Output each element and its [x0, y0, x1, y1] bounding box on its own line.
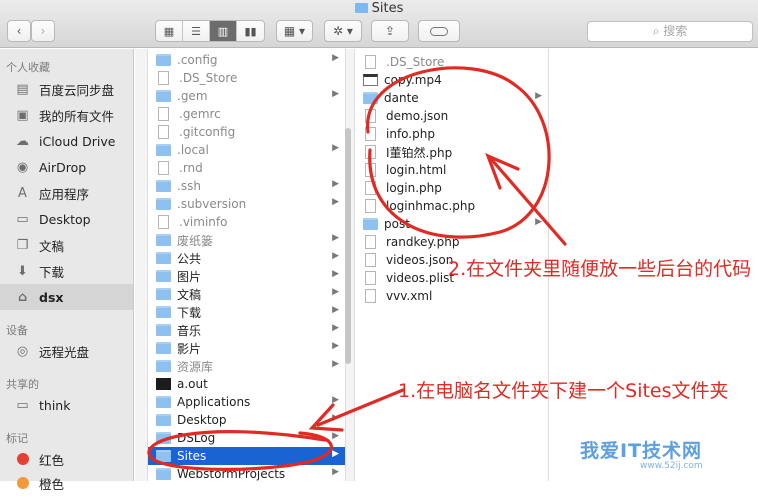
annotation-note-1: 1.在电脑名文件夹下建一个Sites文件夹: [398, 380, 729, 402]
annotation-circle-files: [366, 66, 551, 239]
annotation-overlay: [147, 66, 567, 471]
watermark-url: www.52ij.com: [640, 461, 703, 471]
annotation-note-2: 2.在文件夹里随便放一些后台的代码: [448, 258, 752, 280]
watermark-logo: 我爱IT技术网: [580, 440, 703, 462]
annotation-circle-sites: [147, 430, 333, 471]
